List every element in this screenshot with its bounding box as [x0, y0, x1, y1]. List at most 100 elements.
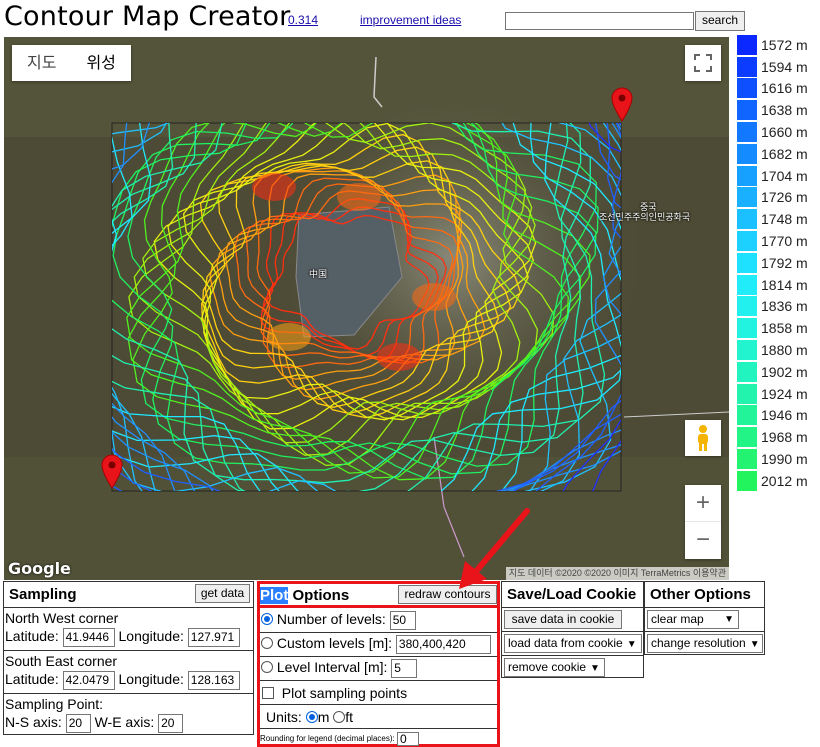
legend-entry: 1814 m [737, 274, 817, 296]
map-marker-icon[interactable] [100, 453, 124, 489]
legend-label: 1748 m [761, 211, 808, 228]
legend-label: 1616 m [761, 80, 808, 97]
legend-label: 1726 m [761, 189, 808, 206]
legend-entry: 1660 m [737, 121, 817, 143]
legend-swatch [737, 209, 757, 230]
contour-peak [267, 323, 311, 351]
contour-peak [337, 183, 381, 211]
legend-swatch [737, 318, 757, 339]
legend-label: 1638 m [761, 102, 808, 119]
we-axis-input[interactable]: 20 [158, 714, 184, 733]
level-interval-radio[interactable] [261, 661, 273, 674]
legend-swatch [737, 231, 757, 252]
legend-entry: 1704 m [737, 165, 817, 187]
search-button[interactable]: search [695, 11, 745, 31]
legend-label: 1704 m [761, 167, 808, 184]
legend-swatch [737, 274, 757, 295]
chevron-down-icon: ▼ [749, 639, 760, 650]
rounding-input[interactable]: 0 [396, 732, 419, 746]
rounding-label: Rounding for legend (decimal places): [260, 734, 395, 744]
legend-label: 1946 m [761, 407, 808, 424]
ns-axis-input[interactable]: 20 [65, 714, 91, 733]
legend-entry: 1638 m [737, 99, 817, 121]
fullscreen-button[interactable] [685, 45, 721, 81]
nw-latitude-label: Latitude: [5, 628, 59, 645]
zoom-in-button[interactable]: + [685, 485, 721, 522]
load-cookie-label: load data from cookie [508, 636, 623, 650]
contour-peak [252, 173, 296, 201]
legend-swatch [737, 143, 757, 164]
legend-entry: 1616 m [737, 78, 817, 100]
legend-swatch [737, 340, 757, 361]
se-longitude-input[interactable]: 128.163 [187, 671, 240, 690]
contour-line [128, 123, 555, 467]
legend-label: 1660 m [761, 124, 808, 141]
contour-line [112, 123, 621, 491]
se-corner-label: South East corner [5, 653, 118, 669]
custom-levels-input[interactable]: 380,400,420 [395, 635, 491, 654]
chevron-down-icon: ▼ [724, 614, 734, 625]
legend-entry: 1748 m [737, 208, 817, 230]
improvement-ideas-link[interactable]: improvement ideas [360, 13, 461, 27]
pegman-icon [698, 425, 708, 451]
legend-entry: 1902 m [737, 361, 817, 383]
legend-swatch [737, 405, 757, 426]
legend-label: 1792 m [761, 254, 808, 271]
legend-label: 1880 m [761, 342, 808, 359]
map-type-map-button[interactable]: 지도 [12, 45, 71, 81]
legend-label: 1858 m [761, 320, 808, 337]
nw-longitude-input[interactable]: 127.971 [187, 628, 240, 647]
legend-swatch [737, 296, 757, 317]
number-of-levels-input[interactable]: 50 [389, 611, 416, 630]
legend-label: 1990 m [761, 451, 808, 468]
search-input[interactable] [505, 12, 694, 30]
plot-title-highlight: Plot [260, 587, 289, 604]
legend-label: 1924 m [761, 385, 808, 402]
save-cookie-button[interactable]: save data in cookie [504, 610, 622, 629]
map-attribution[interactable]: 지도 데이터 ©2020 ©2020 이미지 TerraMetrics 이용약관 [505, 567, 729, 580]
contour-line [112, 123, 621, 491]
map-label-china: 中国 [309, 269, 328, 279]
contour-line [112, 123, 606, 491]
plot-options-panel: Plot Options redraw contours Number of l… [257, 581, 500, 747]
sampling-point-label: Sampling Point: [5, 696, 104, 712]
map-label-korea: 조선민주주의인민공화국 [599, 212, 691, 222]
street-view-button[interactable] [685, 420, 721, 456]
custom-levels-radio[interactable] [261, 637, 273, 650]
legend-label: 1902 m [761, 363, 808, 380]
level-interval-label: Level Interval [m]: [276, 659, 388, 676]
map-view[interactable]: 지도 위성 + − 中国 중국 조선민주주의인민공화국 Google 지도 데이… [4, 37, 729, 580]
chevron-down-icon: ▼ [626, 639, 637, 650]
map-type-satellite-button[interactable]: 위성 [71, 45, 130, 81]
load-cookie-select[interactable]: load data from cookie ▼ [504, 634, 642, 653]
legend-entry: 1726 m [737, 187, 817, 209]
get-data-button[interactable]: get data [195, 584, 250, 603]
annotation-arrow [459, 508, 530, 589]
legend-entry: 1770 m [737, 230, 817, 252]
unit-m-radio[interactable] [305, 711, 318, 723]
plot-sampling-points-checkbox[interactable] [262, 687, 274, 699]
remove-cookie-select[interactable]: remove cookie ▼ [504, 658, 605, 677]
elevation-legend: 1572 m 1594 m 1616 m 1638 m 1660 m 1682 m 1704… [737, 34, 817, 492]
legend-entry: 1858 m [737, 317, 817, 339]
map-marker-icon[interactable] [610, 86, 634, 122]
unit-ft-radio[interactable] [333, 711, 346, 723]
unit-m-label: m [317, 709, 330, 725]
legend-swatch [737, 78, 757, 99]
version-link[interactable]: 0.314 [288, 13, 318, 27]
legend-entry: 1836 m [737, 296, 817, 318]
plot-title-rest: Options [288, 587, 350, 604]
legend-swatch [737, 122, 757, 143]
se-latitude-input[interactable]: 42.0479 [62, 671, 115, 690]
level-interval-input[interactable]: 5 [391, 659, 418, 678]
se-latitude-label: Latitude: [5, 671, 59, 688]
legend-label: 1682 m [761, 145, 808, 162]
app-title: Contour Map Creator [4, 1, 291, 32]
legend-label: 1770 m [761, 233, 808, 250]
nw-latitude-input[interactable]: 41.9446 [62, 628, 115, 647]
number-of-levels-radio[interactable] [261, 613, 273, 626]
sampling-title: Sampling [9, 586, 77, 603]
clear-map-select[interactable]: clear map ▼ [647, 610, 739, 629]
zoom-out-button[interactable]: − [685, 522, 721, 559]
change-resolution-select[interactable]: change resolution ▼ [647, 634, 763, 653]
